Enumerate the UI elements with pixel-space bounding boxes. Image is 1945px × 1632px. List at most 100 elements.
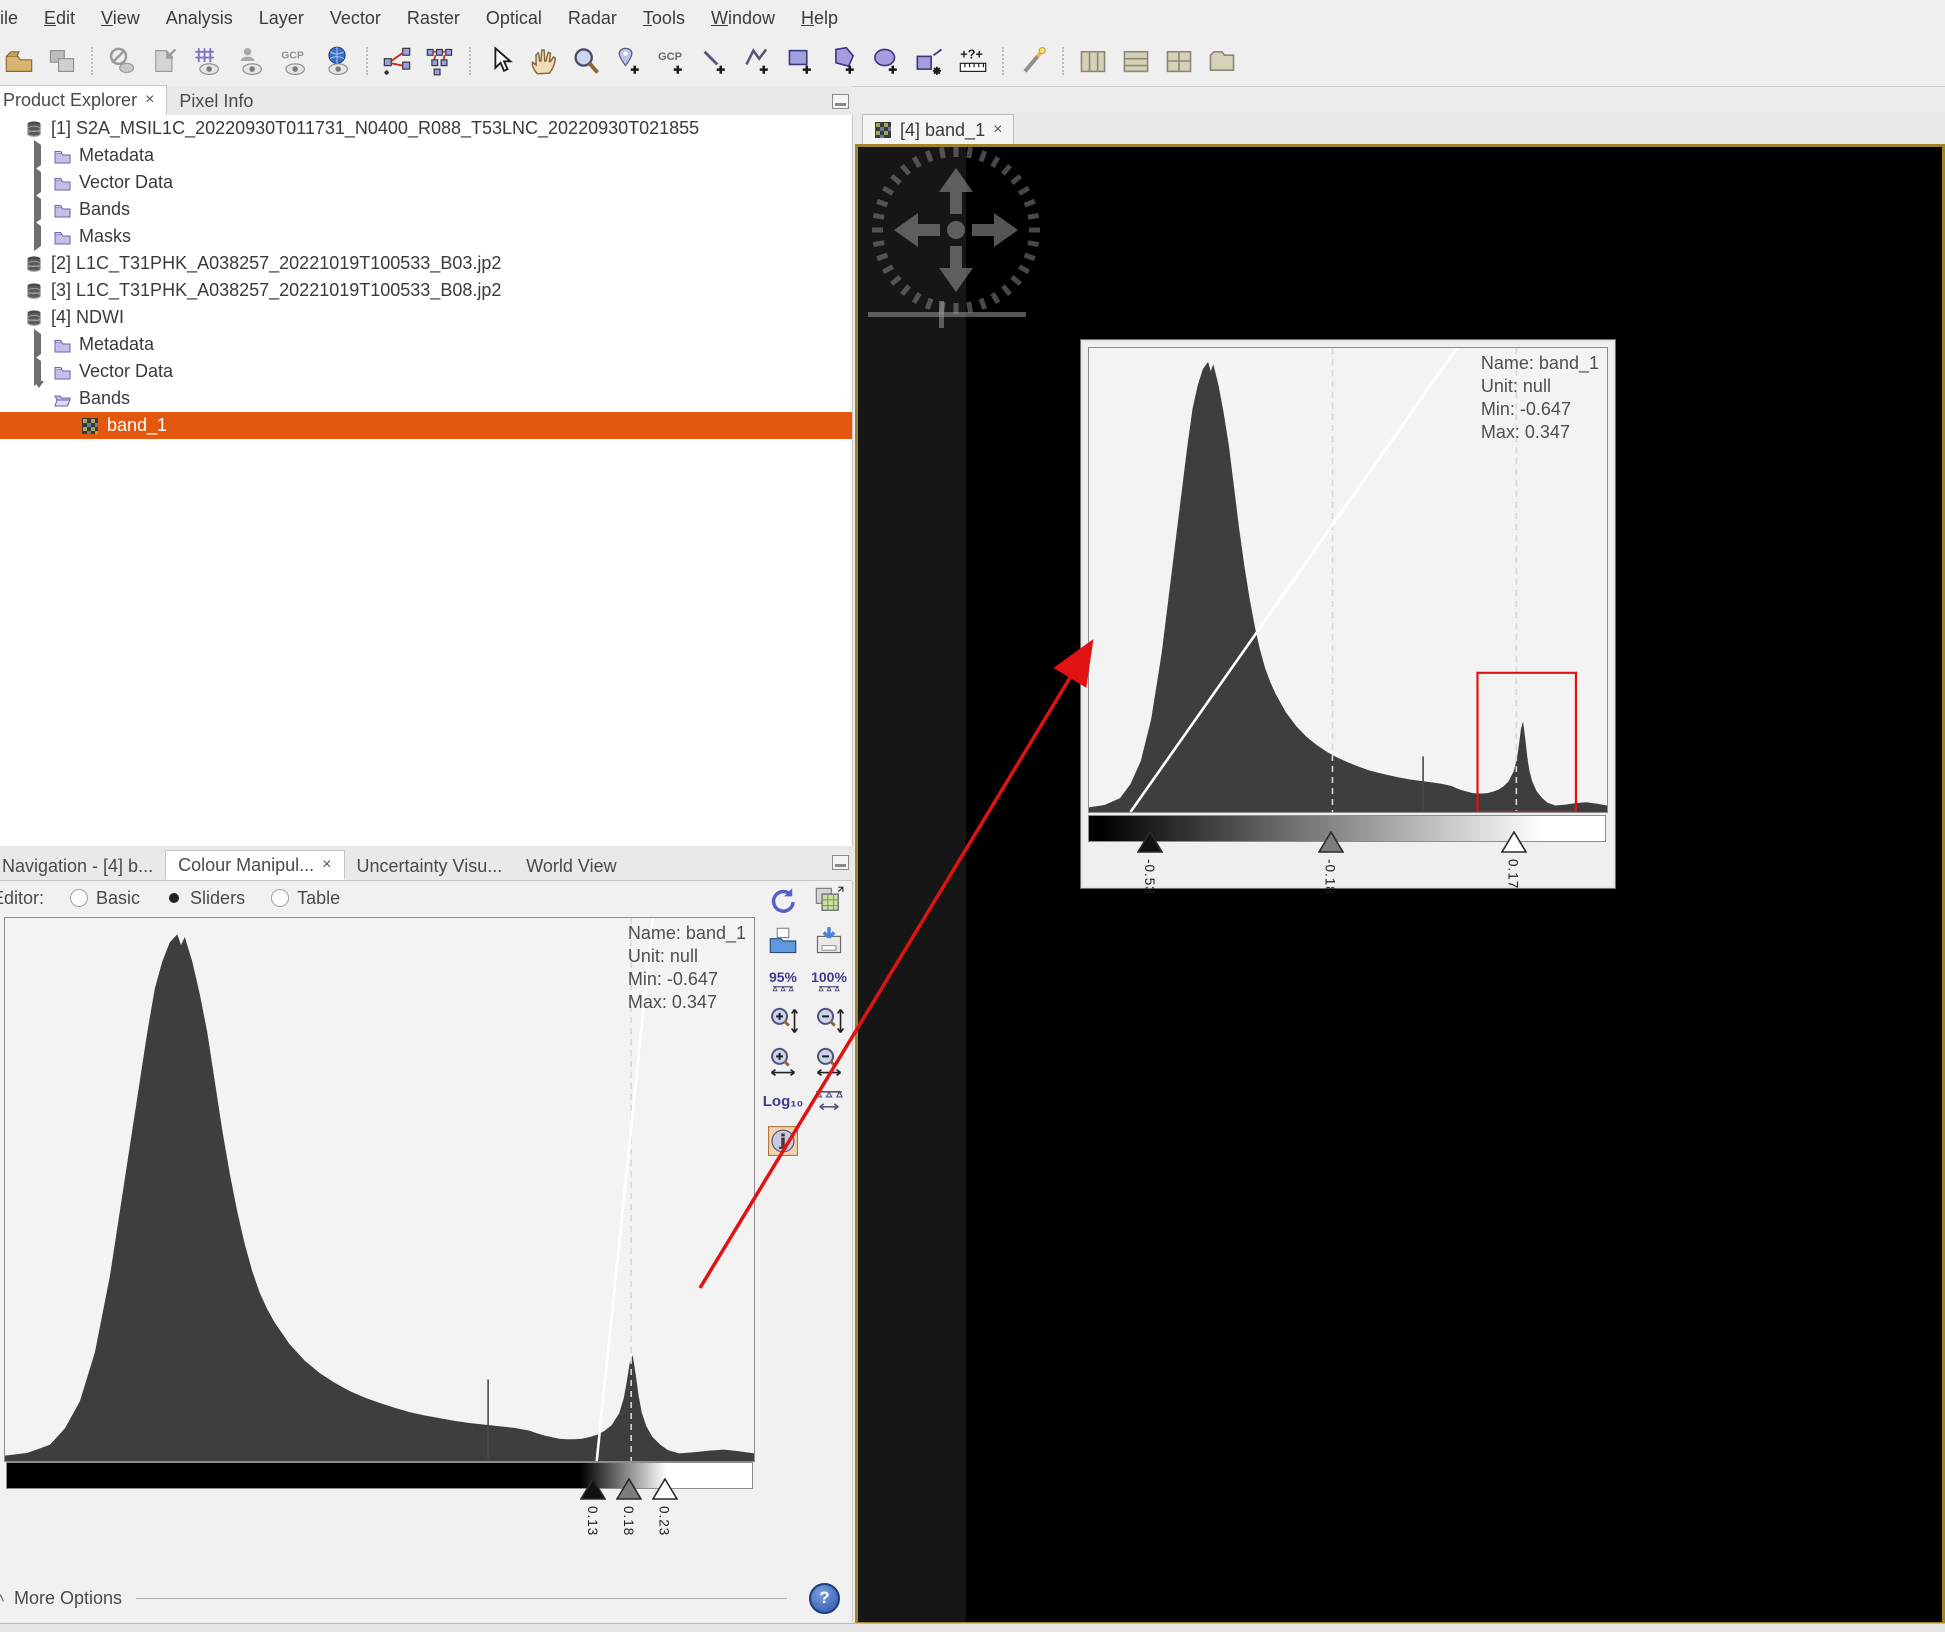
colour-slider-handle[interactable] xyxy=(579,1477,607,1500)
tab-navigation-4-b[interactable]: Navigation - [4] b... xyxy=(0,852,165,880)
zoom-magnifier-icon[interactable] xyxy=(569,44,603,78)
stretch-100-button[interactable]: 100% xyxy=(808,963,850,999)
minimize-panel-icon[interactable] xyxy=(832,855,849,870)
reset-icon[interactable] xyxy=(762,883,804,919)
polyline-drawing-icon[interactable] xyxy=(741,44,775,78)
tree-item-masks[interactable]: Masks xyxy=(0,221,852,251)
tree-item-metadata[interactable]: Metadata xyxy=(0,140,852,170)
colour-slider-handle[interactable] xyxy=(1500,830,1528,853)
layout-columns-icon[interactable] xyxy=(1076,44,1110,78)
tree-item-vector-data[interactable]: Vector Data xyxy=(0,356,852,386)
tab-pixel-info[interactable]: Pixel Info xyxy=(167,87,265,115)
more-options-label[interactable]: More Options xyxy=(14,1588,122,1609)
menu-window[interactable]: Window xyxy=(698,8,788,29)
apply-to-other-bands-icon[interactable] xyxy=(808,883,850,919)
colour-manipulation-histogram[interactable]: Name: band_1 Unit: null Min: -0.647 Max: 0.… xyxy=(4,917,757,1577)
ellipse-drawing-icon[interactable] xyxy=(870,44,904,78)
menu-tools[interactable]: Tools xyxy=(630,8,698,29)
batch-processing-icon[interactable] xyxy=(423,44,457,78)
radio-basic[interactable] xyxy=(70,889,89,907)
magic-stick-icon[interactable] xyxy=(913,44,947,78)
close-icon[interactable]: × xyxy=(145,91,154,109)
folder-icon xyxy=(52,201,72,219)
colour-slider-handle[interactable] xyxy=(651,1477,678,1500)
polygon-drawing-icon[interactable] xyxy=(827,44,861,78)
gcp-placing-icon[interactable]: GCP xyxy=(655,44,689,78)
measurement-icon[interactable]: +?+ xyxy=(956,44,990,78)
tab-product-explorer[interactable]: Product Explorer × xyxy=(0,85,168,115)
minimize-panel-icon[interactable] xyxy=(832,94,849,109)
radio-table[interactable] xyxy=(271,889,290,907)
tree-item-band-1[interactable]: band_1 xyxy=(0,412,852,439)
sync-geographic-icon[interactable] xyxy=(320,44,354,78)
save-product-icon[interactable] xyxy=(45,44,79,78)
stretch-95-button[interactable]: 95% xyxy=(762,963,804,999)
tree-item-bands[interactable]: Bands xyxy=(0,381,852,412)
expander-icon[interactable] xyxy=(34,140,46,170)
tree-item-label: Metadata xyxy=(79,334,155,354)
sync-cursor-icon[interactable] xyxy=(234,44,268,78)
expander-icon[interactable] xyxy=(34,329,46,359)
rectangle-drawing-icon[interactable] xyxy=(784,44,818,78)
tree-item--2-l1c-t31phk-a038257-20221019[interactable]: [2] L1C_T31PHK_A038257_20221019T100533_B… xyxy=(0,250,852,277)
menu-radar[interactable]: Radar xyxy=(555,8,630,29)
menu-raster[interactable]: Raster xyxy=(394,8,473,29)
expander-icon[interactable] xyxy=(34,221,46,251)
zoom-in-vertical-icon[interactable] xyxy=(762,1003,804,1039)
no-edit-icon[interactable] xyxy=(105,44,139,78)
extra-info-toggle[interactable] xyxy=(762,1123,804,1159)
import-palette-icon[interactable] xyxy=(762,923,804,959)
pan-compass-overlay[interactable] xyxy=(856,135,1056,335)
line-drawing-icon[interactable] xyxy=(698,44,732,78)
expander-icon[interactable] xyxy=(34,194,46,224)
expander-icon[interactable] xyxy=(34,356,46,386)
tree-item--3-l1c-t31phk-a038257-20221019[interactable]: [3] L1C_T31PHK_A038257_20221019T100533_B… xyxy=(0,277,852,304)
menu-analysis[interactable]: Analysis xyxy=(153,8,246,29)
zoom-out-horizontal-icon[interactable] xyxy=(808,1043,850,1079)
help-icon[interactable]: ? xyxy=(809,1582,840,1614)
colour-slider-handle[interactable] xyxy=(615,1477,643,1500)
zoom-out-vertical-icon[interactable] xyxy=(808,1003,850,1039)
graph-builder-icon[interactable] xyxy=(380,44,414,78)
menu-file[interactable]: File xyxy=(0,8,31,29)
tree-item-bands[interactable]: Bands xyxy=(0,194,852,224)
open-folder-icon[interactable] xyxy=(1205,44,1239,78)
tree-item--4-ndwi[interactable]: [4] NDWI xyxy=(0,304,852,331)
magic-wand-icon[interactable] xyxy=(1016,44,1050,78)
close-icon[interactable]: × xyxy=(322,856,331,874)
pan-hand-icon[interactable] xyxy=(526,44,560,78)
editor-label: Editor: xyxy=(0,887,45,908)
layout-rows-icon[interactable] xyxy=(1119,44,1153,78)
radio-sliders[interactable] xyxy=(166,890,182,906)
colour-slider-handle[interactable] xyxy=(1136,830,1164,853)
export-palette-icon[interactable] xyxy=(808,923,850,959)
distribute-sliders-icon[interactable] xyxy=(808,1083,850,1119)
tree-item-metadata[interactable]: Metadata xyxy=(0,329,852,359)
menu-view[interactable]: View xyxy=(88,8,153,29)
menu-edit[interactable]: Edit xyxy=(31,8,88,29)
tab-colour-manipul[interactable]: Colour Manipul... × xyxy=(165,850,345,880)
colour-slider-handle[interactable] xyxy=(1317,830,1344,853)
import-product-icon[interactable] xyxy=(148,44,182,78)
sync-gcp-icon[interactable]: GCP xyxy=(277,44,311,78)
menu-bar: FileEditViewAnalysisLayerVectorRasterOpt… xyxy=(0,0,1945,37)
menu-layer[interactable]: Layer xyxy=(246,8,317,29)
menu-help[interactable]: Help xyxy=(788,8,851,29)
open-product-icon[interactable] xyxy=(2,44,36,78)
log-scaling-button[interactable]: Log₁₀ xyxy=(762,1083,804,1119)
collapse-chevron-icon[interactable]: ˄ xyxy=(0,1590,14,1607)
sync-image-views-icon[interactable] xyxy=(191,44,225,78)
layout-grid-icon[interactable] xyxy=(1162,44,1196,78)
product-icon xyxy=(24,309,44,327)
menu-optical[interactable]: Optical xyxy=(473,8,555,29)
tree-item--1-s2a-msil1c-20220930t011731[interactable]: [1] S2A_MSIL1C_20220930T011731_N0400_R08… xyxy=(0,115,852,142)
tree-item-vector-data[interactable]: Vector Data xyxy=(0,167,852,197)
tab-uncertainty-visu[interactable]: Uncertainty Visu... xyxy=(345,852,515,880)
menu-vector[interactable]: Vector xyxy=(317,8,394,29)
selection-arrow-icon[interactable] xyxy=(483,44,517,78)
pin-placing-icon[interactable] xyxy=(612,44,646,78)
tab-world-view[interactable]: World View xyxy=(514,852,628,880)
zoom-in-horizontal-icon[interactable] xyxy=(762,1043,804,1079)
expander-icon[interactable] xyxy=(34,381,46,409)
expander-icon[interactable] xyxy=(34,167,46,197)
